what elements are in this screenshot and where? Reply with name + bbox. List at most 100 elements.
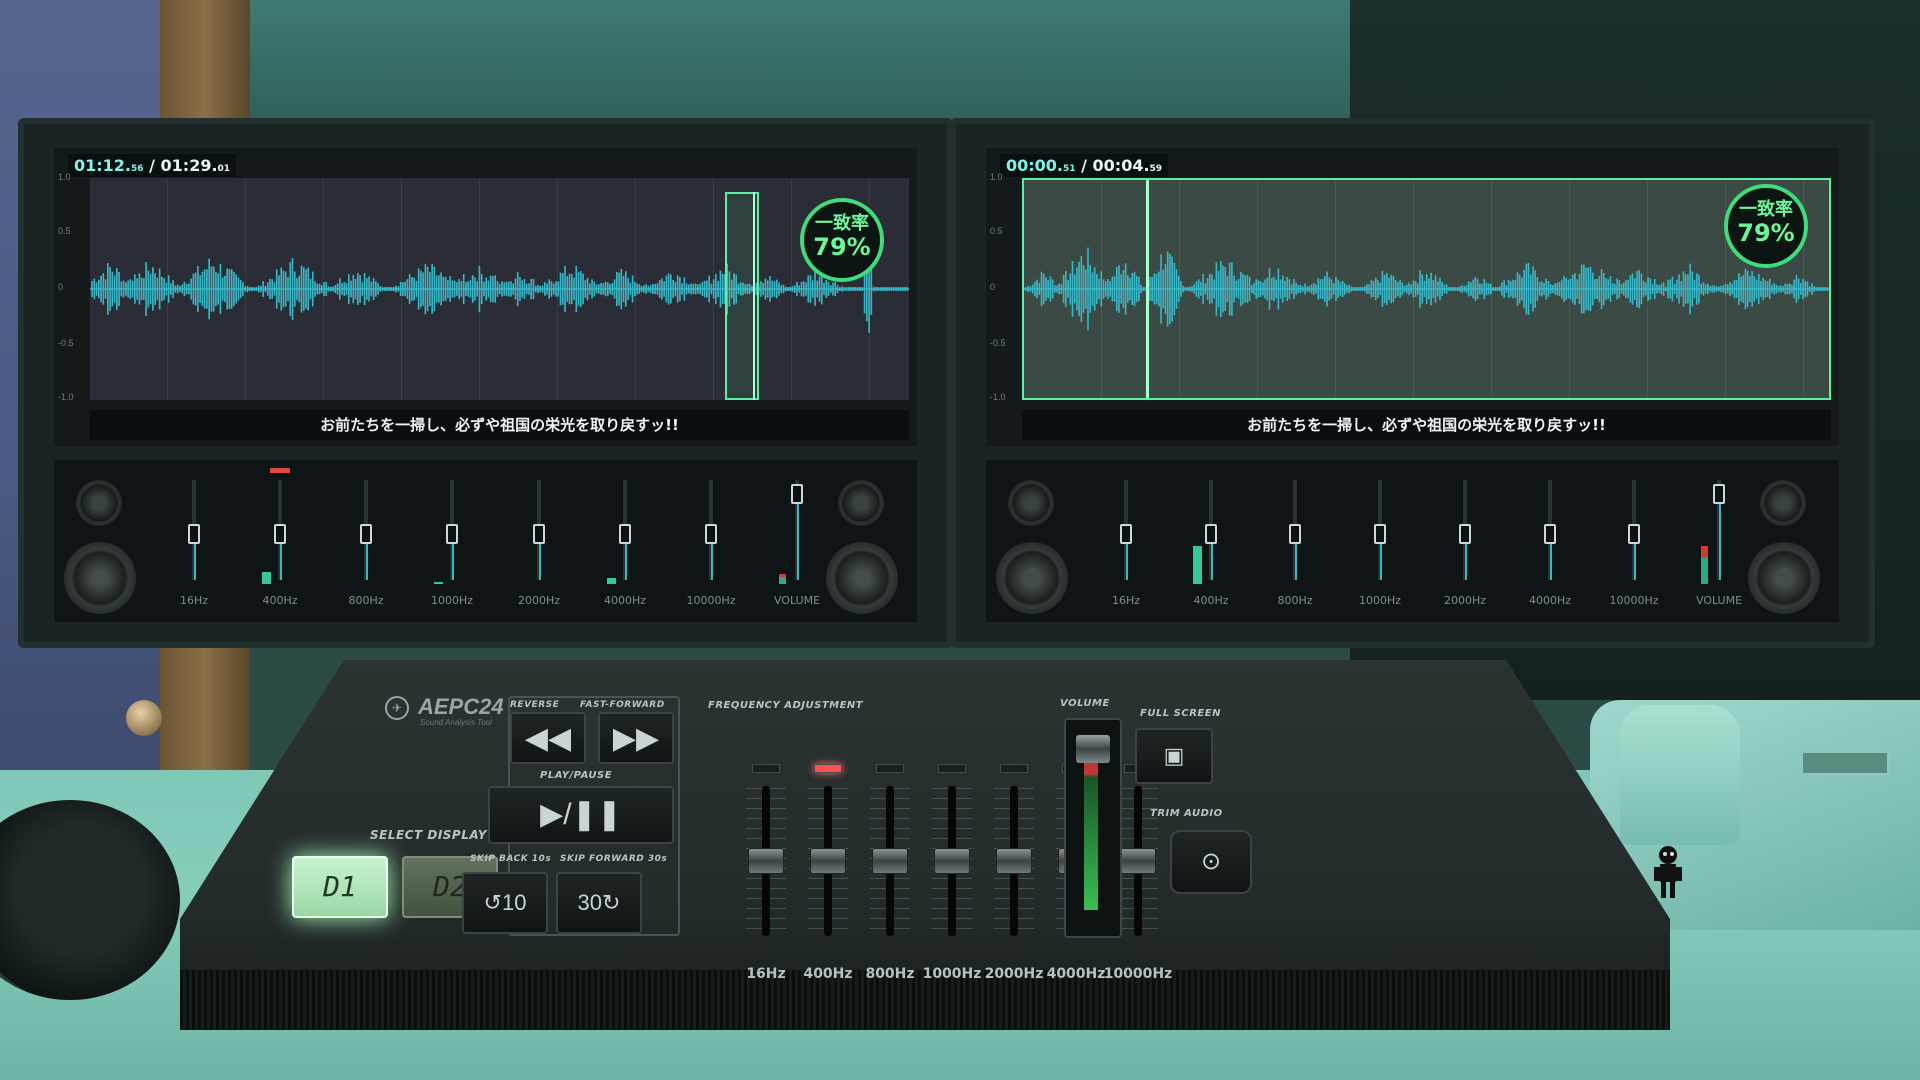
eq-fader[interactable]: 16Hz: [1096, 470, 1156, 607]
trim-audio-button[interactable]: ⊙: [1170, 830, 1252, 894]
fader-label: VOLUME: [1695, 594, 1743, 607]
fader-level-line: [1465, 544, 1467, 580]
fader-level-line: [711, 544, 713, 580]
fast-forward-icon: ▶▶: [612, 722, 660, 755]
y-tick: 0: [990, 282, 996, 292]
eq-fader[interactable]: 800Hz: [1265, 470, 1325, 607]
wall-background-upper: [250, 0, 1350, 130]
frequency-fader-knob[interactable]: [1120, 848, 1156, 874]
eq-fader[interactable]: 800Hz: [336, 470, 396, 607]
fader-level-line: [1550, 544, 1552, 580]
equalizer-panel: 16Hz 400Hz 800Hz 1000Hz 2000Hz 4000Hz 10000Hz V…: [54, 460, 917, 622]
reverse-label: REVERSE: [510, 700, 560, 710]
eq-fader[interactable]: 400Hz: [1181, 470, 1241, 607]
eq-fader[interactable]: 400Hz: [250, 468, 310, 607]
full-screen-button[interactable]: ▣: [1135, 728, 1213, 784]
play-pause-label: PLAY/PAUSE: [540, 770, 613, 781]
match-rate-indicator: 一致率 79%: [800, 198, 884, 282]
frequency-fader-knob[interactable]: [872, 848, 908, 874]
speaker-tweeter-icon: [1008, 480, 1054, 526]
fader-knob[interactable]: [1289, 524, 1301, 544]
equalizer-panel: 16Hz 400Hz 800Hz 1000Hz 2000Hz 4000Hz 10000Hz V…: [986, 460, 1839, 622]
y-tick: -0.5: [58, 338, 74, 348]
eq-fader[interactable]: 10000Hz: [681, 470, 741, 607]
frequency-fader-knob[interactable]: [996, 848, 1032, 874]
fader-knob[interactable]: [791, 484, 803, 505]
monitor-d1: 01:12.56 / 01:29.01 1.0 0.5 0 -0.5 -1.0 …: [18, 118, 953, 648]
fader-level-line: [280, 544, 282, 580]
eq-fader[interactable]: 1000Hz: [422, 470, 482, 607]
fader-knob[interactable]: [274, 524, 286, 544]
fader-knob[interactable]: [1544, 524, 1556, 544]
volume-fader[interactable]: VOLUME: [767, 470, 827, 607]
waveform-screen: 01:12.56 / 01:29.01 1.0 0.5 0 -0.5 -1.0 …: [54, 148, 917, 446]
frequency-fader-knob[interactable]: [810, 848, 846, 874]
skip-forward-icon: 30↻: [577, 890, 621, 915]
eq-fader[interactable]: 4000Hz: [595, 470, 655, 607]
play-pause-button[interactable]: ▶/❚❚: [488, 786, 674, 844]
play-pause-icon: ▶/❚❚: [540, 798, 622, 831]
timecode-total-frac: 59: [1149, 164, 1163, 174]
frequency-fader[interactable]: 2000Hz: [985, 764, 1043, 986]
frequency-fader[interactable]: 400Hz: [802, 764, 854, 986]
fader-knob[interactable]: [188, 524, 200, 544]
fader-knob[interactable]: [619, 524, 631, 544]
playhead[interactable]: [753, 192, 755, 400]
fader-knob[interactable]: [1205, 524, 1217, 544]
eq-fader[interactable]: 2000Hz: [509, 470, 569, 607]
eq-fader[interactable]: 4000Hz: [1520, 470, 1580, 607]
eq-fader[interactable]: 2000Hz: [1435, 470, 1495, 607]
fader-knob[interactable]: [1713, 484, 1725, 505]
fader-knob[interactable]: [1628, 524, 1640, 544]
y-tick: -1.0: [58, 392, 74, 402]
brand-name: AEPC24: [418, 694, 504, 719]
volume-slider[interactable]: [1064, 718, 1122, 938]
frequency-fader-knob[interactable]: [748, 848, 784, 874]
fast-forward-button[interactable]: ▶▶: [598, 712, 674, 764]
fader-label: 10000Hz: [686, 594, 736, 607]
eq-fader[interactable]: 10000Hz: [1604, 470, 1664, 607]
fader-level-line: [539, 544, 541, 580]
eq-fader[interactable]: 1000Hz: [1350, 470, 1410, 607]
match-rate-label: 一致率: [1739, 199, 1793, 220]
fader-knob[interactable]: [705, 524, 717, 544]
waveform-plot[interactable]: 一致率 79%: [90, 178, 909, 400]
fader-knob[interactable]: [1120, 524, 1132, 544]
volume-fader-knob[interactable]: [1076, 735, 1110, 763]
fader-knob[interactable]: [533, 524, 545, 544]
display-1-button[interactable]: D1: [292, 856, 388, 918]
eq-fader[interactable]: 16Hz: [164, 470, 224, 607]
waveform-plot[interactable]: 一致率 79%: [1022, 178, 1831, 400]
fader-label: 1000Hz: [1358, 594, 1402, 607]
fader-level-meter: [262, 572, 271, 584]
fullscreen-icon: ▣: [1163, 743, 1185, 768]
skip-back-seconds: 10: [501, 890, 527, 915]
skip-back-button[interactable]: ↺10: [462, 872, 548, 934]
reverse-button[interactable]: ◀◀: [510, 712, 586, 764]
timecode-total: / 01:29.: [149, 156, 218, 175]
skip-forward-button[interactable]: 30↻: [556, 872, 642, 934]
speaker-tweeter-icon: [76, 480, 122, 526]
fader-knob[interactable]: [1374, 524, 1386, 544]
fader-knob[interactable]: [446, 524, 458, 544]
brand-logo-icon: ✈: [385, 696, 409, 720]
frequency-fader[interactable]: 800Hz: [864, 764, 916, 986]
frequency-fader-knob[interactable]: [934, 848, 970, 874]
volume-fader[interactable]: VOLUME: [1689, 470, 1749, 607]
frequency-fader[interactable]: 16Hz: [740, 764, 792, 986]
frequency-fader[interactable]: 1000Hz: [923, 764, 981, 986]
skip-back-label: SKIP BACK 10s: [470, 854, 552, 864]
fader-level-line: [452, 544, 454, 580]
monitor-d2: 00:00.51 / 00:04.59 1.0 0.5 0 -0.5 -1.0 …: [950, 118, 1875, 648]
waveform-screen: 00:00.51 / 00:04.59 1.0 0.5 0 -0.5 -1.0 …: [986, 148, 1839, 446]
playhead[interactable]: [1146, 180, 1149, 398]
fader-level-line: [1126, 544, 1128, 580]
y-tick: 0: [58, 282, 64, 292]
fader-level-line: [1380, 544, 1382, 580]
frequency-indicator-led: [752, 764, 780, 773]
fader-knob[interactable]: [1459, 524, 1471, 544]
fader-label: 16Hz: [1111, 594, 1141, 607]
fader-knob[interactable]: [360, 524, 372, 544]
fader-indicator-led: [270, 468, 290, 473]
timecode-current: 01:12.: [74, 156, 132, 175]
